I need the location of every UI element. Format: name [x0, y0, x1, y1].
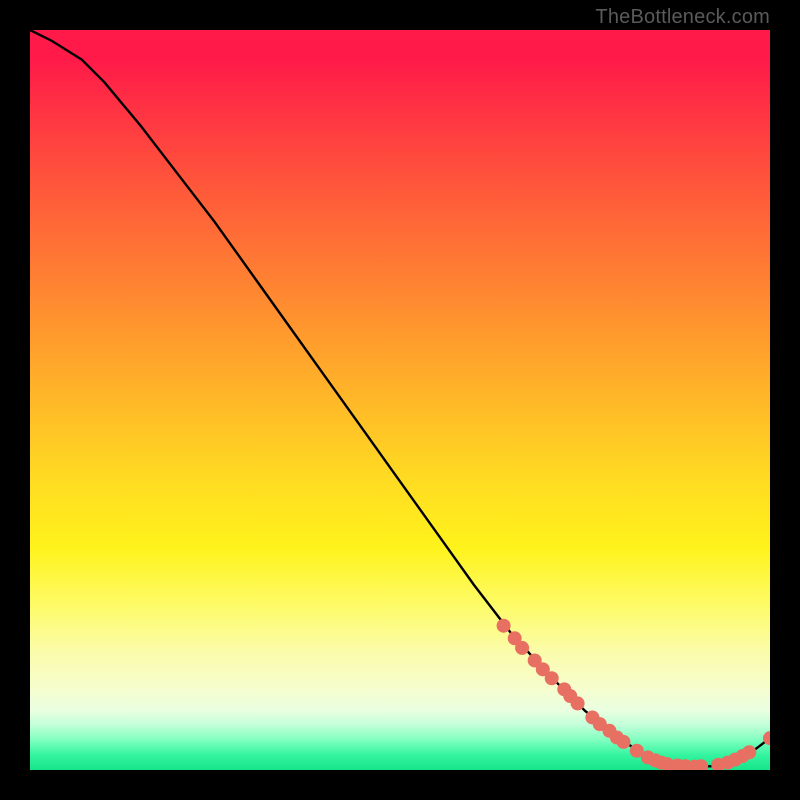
plot-area	[30, 30, 770, 770]
chart-svg	[30, 30, 770, 770]
watermark-text: TheBottleneck.com	[595, 6, 770, 29]
chart-frame: TheBottleneck.com	[0, 0, 800, 800]
data-point	[515, 641, 529, 655]
data-point	[497, 619, 511, 633]
data-point	[571, 696, 585, 710]
bottleneck-curve	[30, 30, 770, 766]
data-point	[616, 735, 630, 749]
data-point	[742, 745, 756, 759]
data-point	[545, 671, 559, 685]
